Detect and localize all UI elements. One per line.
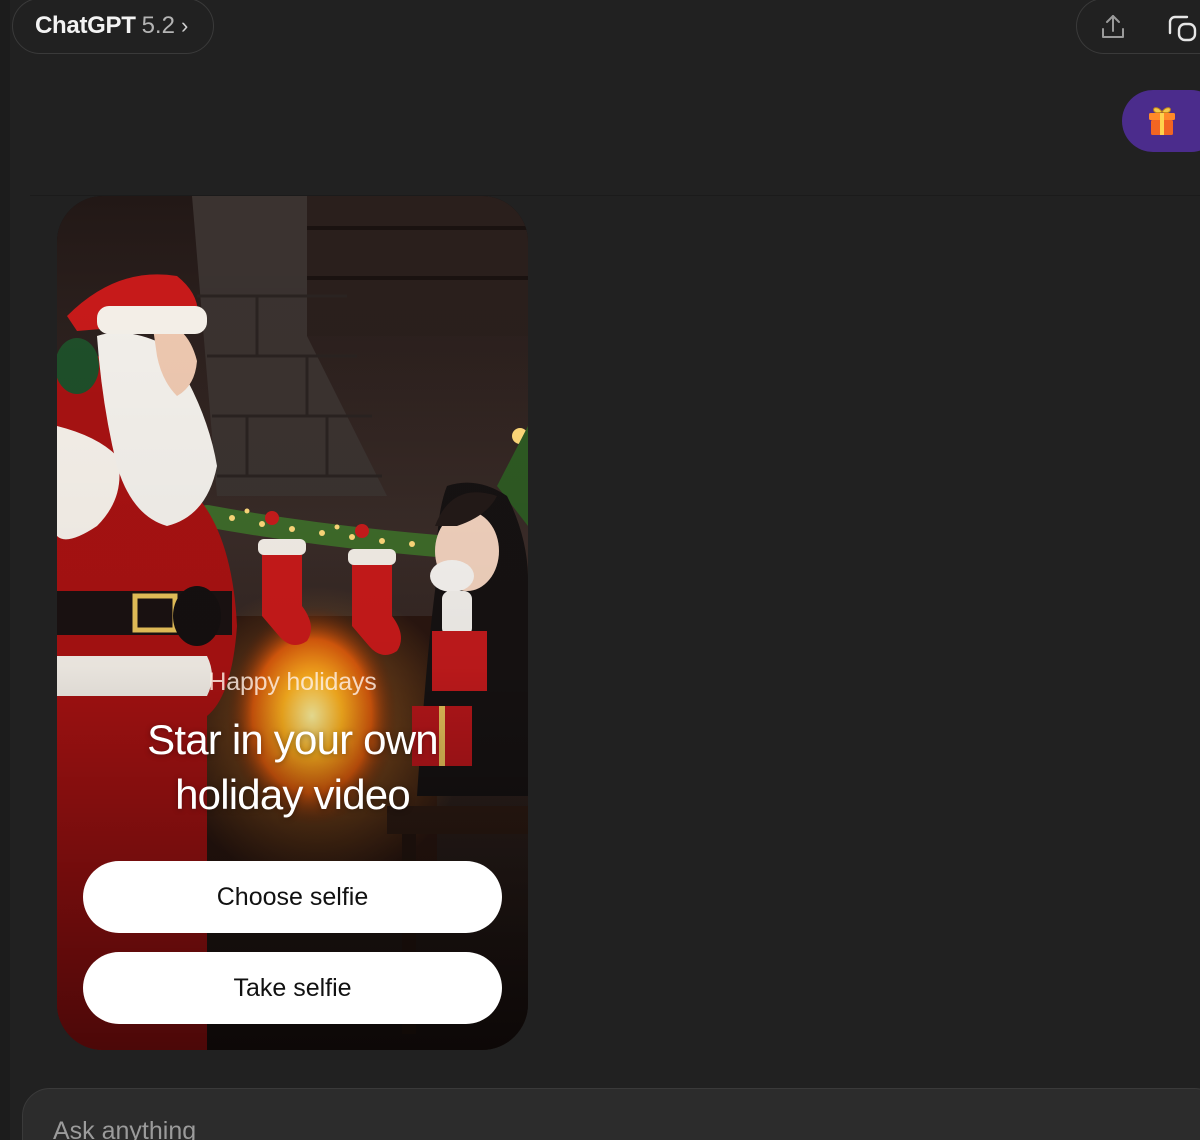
share-icon [1102, 15, 1124, 38]
share-button[interactable] [1097, 11, 1129, 43]
chevron-right-icon: › [180, 13, 189, 38]
holiday-video-card: Happy holidays Star in your own holiday … [57, 196, 528, 1050]
model-name: ChatGPT [35, 12, 136, 39]
header-actions [1076, 0, 1200, 54]
sidebar-edge [0, 0, 10, 1140]
chat-app: ChatGPT 5.2 › Happy holidays Star in you… [0, 0, 1200, 1140]
user-message-bubble[interactable] [1122, 90, 1200, 152]
open-sidebar-icon [1168, 15, 1197, 42]
take-selfie-button[interactable]: Take selfie [83, 952, 502, 1024]
model-selector[interactable]: ChatGPT 5.2 › [12, 0, 214, 54]
new-window-button[interactable] [1165, 11, 1197, 43]
prompt-input[interactable] [51, 1111, 851, 1140]
gift-icon [1149, 107, 1175, 135]
card-title: Star in your own holiday video [147, 716, 438, 818]
choose-selfie-button[interactable]: Choose selfie [83, 861, 502, 933]
model-version: 5.2 [141, 12, 175, 39]
card-eyebrow: Happy holidays [208, 668, 377, 696]
chat-header-area [30, 56, 1200, 196]
message-composer [22, 1088, 1200, 1140]
